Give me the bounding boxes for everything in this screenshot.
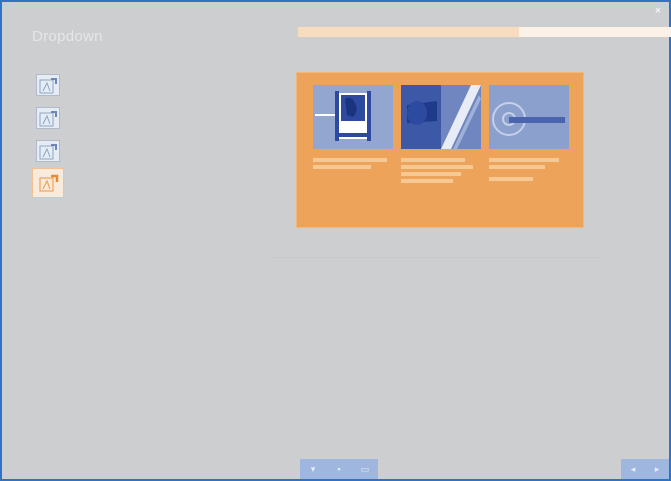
print-icon[interactable]: ▪ <box>331 462 347 476</box>
lock-handle-icon <box>489 85 569 149</box>
fullscreen-icon[interactable]: ▭ <box>357 462 373 476</box>
sidebar-item-4-active[interactable] <box>32 168 64 198</box>
edit-document-icon <box>39 111 57 127</box>
door-handle-photo-icon <box>401 85 481 149</box>
card-caption-placeholder <box>313 158 393 169</box>
divider <box>272 257 602 258</box>
page-nav: ◂ ▸ <box>621 459 669 479</box>
content-panel <box>296 72 584 228</box>
card-caption-placeholder <box>489 158 569 181</box>
edit-document-icon <box>39 78 57 94</box>
progress-bar <box>298 27 671 37</box>
sidebar-item-1[interactable] <box>36 74 60 96</box>
sidebar-item-2[interactable] <box>36 107 60 129</box>
previous-page-icon[interactable]: ◂ <box>625 462 641 476</box>
next-page-icon[interactable]: ▸ <box>649 462 665 476</box>
download-icon[interactable]: ▾ <box>305 462 321 476</box>
edit-document-icon <box>39 174 59 192</box>
card-lock-handle[interactable] <box>489 85 569 181</box>
card-caption-placeholder <box>401 158 481 183</box>
bottom-toolbar: ▾ ▪ ▭ <box>300 459 378 479</box>
close-icon[interactable]: × <box>653 6 663 17</box>
app-window: Dropdown × ▾ ▪ ▭ ◂ ▸ <box>0 0 671 481</box>
card-door-handle[interactable] <box>401 85 481 183</box>
window-title: Dropdown <box>32 28 103 45</box>
sidebar-item-3[interactable] <box>36 140 60 162</box>
door-diagram-icon <box>313 85 393 149</box>
card-door-diagram[interactable] <box>313 85 393 169</box>
edit-document-icon <box>39 144 57 160</box>
progress-fill <box>298 27 520 37</box>
